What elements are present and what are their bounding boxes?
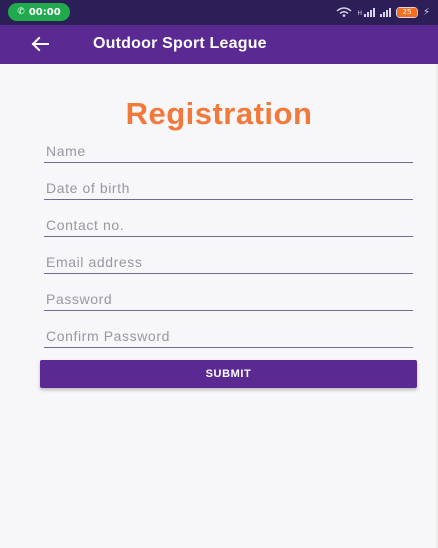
battery-icon: 25 [395,6,418,18]
ongoing-call-indicator[interactable]: ✆ 00:00 [8,3,70,21]
battery-level: 25 [396,7,417,17]
status-icons: H 25 ⚡ [336,4,430,20]
email-field [44,252,415,274]
phone-icon: ✆ [17,7,25,17]
confirm-password-input[interactable] [44,326,415,346]
call-time: 00:00 [28,6,61,18]
confirm-password-field [44,326,415,348]
charging-icon: ⚡ [422,6,430,18]
page-title: Registration [125,96,313,131]
dob-field [44,178,415,200]
contact-number-input[interactable] [44,215,415,235]
date-of-birth-input[interactable] [44,178,415,198]
arrow-left-icon [31,36,49,52]
email-input[interactable] [44,252,415,272]
signal-icon [379,7,391,17]
wifi-icon [336,7,352,17]
back-button[interactable] [28,31,52,57]
status-bar: ✆ 00:00 H 25 ⚡ [0,0,438,25]
name-field [44,141,415,163]
password-field [44,289,415,311]
contact-field [44,215,415,237]
submit-button[interactable]: SUBMIT [40,360,417,388]
password-input[interactable] [44,289,415,309]
name-input[interactable] [44,141,415,161]
app-bar: Outdoor Sport League [0,25,438,64]
app-title: Outdoor Sport League [93,35,267,52]
app-screen: ✆ 00:00 H 25 ⚡ Outdoor Sport League Regi… [0,0,438,548]
signal-icon: H [357,7,375,17]
